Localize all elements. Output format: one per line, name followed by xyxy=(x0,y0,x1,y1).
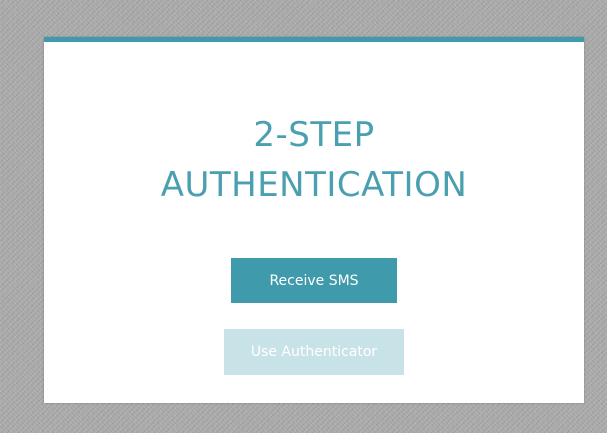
receive-sms-button[interactable]: Receive SMS xyxy=(231,258,397,303)
title-line-2: AUTHENTICATION xyxy=(160,165,468,205)
title-line-1: 2-STEP xyxy=(253,115,375,155)
auth-card: 2-STEP AUTHENTICATION Receive SMS Use Au… xyxy=(44,37,584,403)
use-authenticator-button[interactable]: Use Authenticator xyxy=(224,329,404,375)
page-title: 2-STEP AUTHENTICATION xyxy=(44,110,584,210)
